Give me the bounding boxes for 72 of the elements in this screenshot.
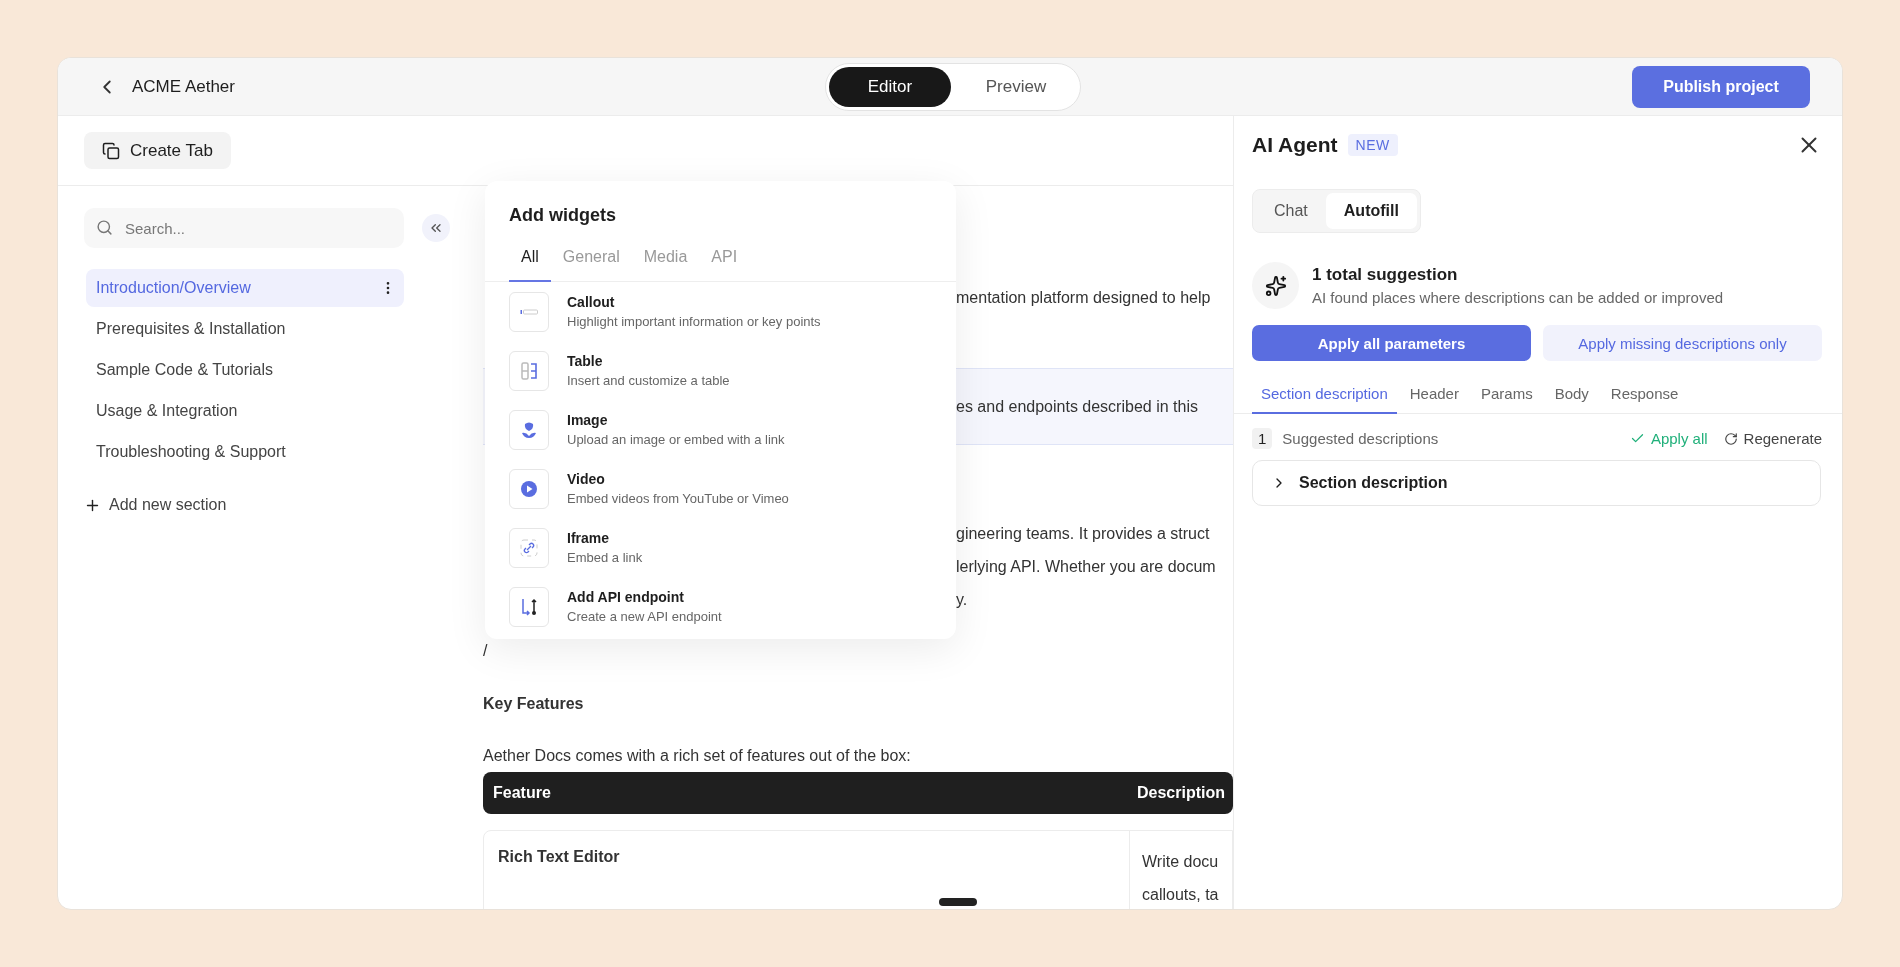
sidebar-item[interactable]: Introduction/Overview bbox=[86, 269, 404, 307]
widget-item[interactable]: Iframe Embed a link bbox=[485, 518, 956, 577]
widget-description: Upload an image or embed with a link bbox=[567, 432, 785, 447]
table-icon bbox=[521, 361, 537, 380]
mode-tab[interactable]: Preview bbox=[955, 66, 1077, 107]
cursor-text: / bbox=[483, 641, 489, 661]
section-tab[interactable]: Section description bbox=[1252, 377, 1397, 414]
refresh-icon bbox=[1723, 431, 1738, 446]
panel-title: AI Agent bbox=[1252, 133, 1338, 157]
regenerate-link[interactable]: Regenerate bbox=[1723, 430, 1822, 447]
sparkle-icon bbox=[1252, 262, 1299, 309]
widget-description: Highlight important information or key points bbox=[567, 314, 821, 329]
flower-icon bbox=[521, 420, 537, 439]
new-badge: NEW bbox=[1347, 134, 1398, 156]
widget-title: Image bbox=[567, 412, 609, 428]
widget-item[interactable]: Video Embed videos from YouTube or Vimeo bbox=[485, 459, 956, 518]
paragraph-text: Aether Docs comes with a rich set of features out of the box: bbox=[483, 746, 912, 766]
sidebar-item[interactable]: Sample Code & Tutorials bbox=[86, 351, 404, 389]
play-icon bbox=[520, 479, 538, 498]
widget-description: Create a new API endpoint bbox=[567, 609, 722, 624]
widget-description: Insert and customize a table bbox=[567, 373, 730, 388]
popup-title: Add widgets bbox=[508, 204, 617, 227]
callout-bar-icon bbox=[520, 308, 538, 315]
stacked-squares-icon bbox=[102, 141, 120, 160]
paragraph-text: y. bbox=[956, 590, 968, 610]
widget-item[interactable]: Callout Highlight important information or key points bbox=[485, 282, 956, 341]
table-cell-text: Write docu callouts, ta bbox=[1141, 852, 1220, 905]
paragraph-text: mentation platform designed to help bbox=[956, 288, 1211, 308]
widget-title: Add API endpoint bbox=[567, 589, 685, 605]
search-field[interactable]: Search... bbox=[84, 208, 404, 248]
suggestion-title: 1 total suggestion bbox=[1312, 265, 1459, 285]
widget-description: Embed videos from YouTube or Vimeo bbox=[567, 491, 789, 506]
widget-title: Iframe bbox=[567, 530, 611, 546]
link-frame-icon bbox=[520, 538, 538, 557]
section-tab[interactable]: Params bbox=[1471, 377, 1542, 414]
widget-title: Table bbox=[567, 353, 604, 369]
search-icon bbox=[96, 219, 113, 236]
apply-all-parameters-button[interactable]: Apply all parameters bbox=[1252, 325, 1531, 361]
collapse-button[interactable] bbox=[422, 214, 450, 242]
scroll-handle[interactable] bbox=[939, 898, 977, 906]
column-header: Feature bbox=[493, 784, 552, 802]
section-tab[interactable]: Header bbox=[1400, 377, 1468, 414]
widget-item[interactable]: Image Upload an image or embed with a link bbox=[485, 400, 956, 459]
sidebar-item[interactable]: Usage & Integration bbox=[86, 392, 404, 430]
branch-arrow-icon bbox=[520, 596, 538, 617]
count-label: Suggested descriptions bbox=[1282, 430, 1439, 447]
widget-item[interactable]: Add API endpoint Create a new API endpoint bbox=[485, 577, 956, 636]
paragraph-text: es and endpoints described in this bbox=[956, 397, 1198, 417]
project-title: ACME Aether bbox=[132, 76, 235, 97]
section-heading: Key Features bbox=[483, 694, 585, 714]
widget-description: Embed a link bbox=[567, 550, 643, 565]
section-tab[interactable]: Body bbox=[1545, 377, 1598, 414]
mode-tab[interactable]: Chat bbox=[1256, 193, 1326, 229]
add-section-button[interactable]: Add new section bbox=[84, 496, 483, 514]
section-tab[interactable]: Response bbox=[1601, 377, 1688, 414]
publish-button[interactable]: Publish project bbox=[1632, 65, 1810, 108]
accordion-header[interactable]: Section description bbox=[1252, 460, 1821, 506]
mode-tab[interactable]: Autofill bbox=[1325, 193, 1417, 229]
widget-tab[interactable]: All bbox=[509, 240, 551, 282]
mode-tab[interactable]: Editor bbox=[829, 66, 951, 107]
widget-item[interactable]: Table Insert and customize a table bbox=[485, 341, 956, 400]
paragraph-text: lerlying API. Whether you are docum bbox=[956, 557, 1216, 577]
widget-title: Callout bbox=[567, 294, 616, 310]
create-tab-button[interactable]: Create Tab bbox=[84, 132, 231, 169]
widget-title: Video bbox=[567, 471, 606, 487]
sidebar-item[interactable]: Troubleshooting & Support bbox=[86, 433, 404, 471]
paragraph-text: gineering teams. It provides a struct bbox=[956, 524, 1210, 544]
apply-missing-button[interactable]: Apply missing descriptions only bbox=[1543, 325, 1822, 361]
sidebar-item[interactable]: Prerequisites & Installation bbox=[86, 310, 404, 348]
column-header: Description bbox=[1137, 784, 1226, 802]
count-badge: 1 bbox=[1252, 428, 1273, 449]
suggestion-subtitle: AI found places where descriptions can be added or improved bbox=[1312, 289, 1724, 306]
